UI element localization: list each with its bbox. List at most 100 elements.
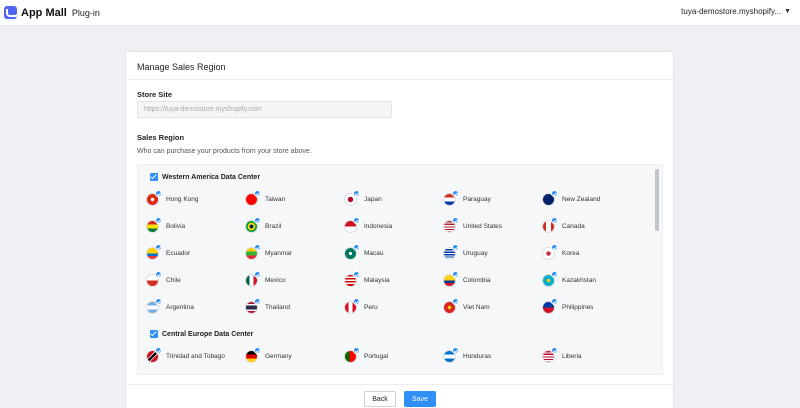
kz-flag-icon — [542, 271, 558, 287]
country-label: Japan — [364, 196, 382, 203]
top-bar: App Mall Plug-in tuya-demostore.myshopif… — [0, 0, 800, 26]
store-site-label: Store Site — [137, 90, 173, 99]
group-title-label: Western America Data Center — [162, 173, 261, 181]
checked-badge-icon — [353, 347, 360, 354]
store-site-input[interactable]: https://tuya-demostore.myshopify.com — [137, 101, 392, 118]
country-label: Argentina — [166, 304, 194, 311]
mx-flag-icon — [245, 271, 261, 287]
country-option[interactable]: Germany — [245, 347, 292, 363]
country-label: Kazakhstan — [562, 277, 596, 284]
country-option[interactable]: Mexico — [245, 271, 286, 287]
sales-region-card: Manage Sales Region Store Site https://t… — [125, 51, 674, 408]
vn-flag-icon — [443, 298, 459, 314]
checked-badge-icon — [452, 271, 459, 278]
country-option[interactable]: Bolivia — [146, 217, 185, 233]
country-label: Chile — [166, 277, 181, 284]
country-option[interactable]: Indonesia — [344, 217, 392, 233]
caret-down-icon: ▼ — [784, 8, 791, 15]
th-flag-icon — [245, 298, 261, 314]
sales-region-label: Sales Region — [137, 133, 185, 142]
country-option[interactable]: Thailand — [245, 298, 290, 314]
country-option[interactable]: Honduras — [443, 347, 492, 363]
country-option[interactable]: Viet Nam — [443, 298, 490, 314]
group-checkbox[interactable] — [150, 173, 158, 181]
country-option[interactable]: United States — [443, 217, 503, 233]
card-footer: Back Save — [126, 384, 673, 408]
co-flag-icon — [443, 271, 459, 287]
checked-badge-icon — [155, 244, 162, 251]
checked-badge-icon — [452, 190, 459, 197]
scrollbar-thumb[interactable] — [655, 169, 659, 231]
country-option[interactable]: Hong Kong — [146, 190, 199, 206]
cl-flag-icon — [146, 271, 162, 287]
checked-badge-icon — [551, 190, 558, 197]
checked-badge-icon — [254, 244, 261, 251]
id-flag-icon — [344, 217, 360, 233]
checked-badge-icon — [254, 347, 261, 354]
country-option[interactable]: Argentina — [146, 298, 194, 314]
country-option[interactable]: Myanmar — [245, 244, 293, 260]
checked-badge-icon — [254, 190, 261, 197]
checked-badge-icon — [353, 244, 360, 251]
sales-region-hint: Who can purchase your products from your… — [137, 148, 312, 155]
country-label: Liberia — [562, 353, 582, 360]
country-option[interactable]: Portugal — [344, 347, 389, 363]
country-label: United States — [463, 223, 503, 230]
country-option[interactable]: Chile — [146, 271, 181, 287]
region-list[interactable]: Western America Data Center Hong Kong Taiw… — [137, 164, 663, 375]
country-option[interactable]: Philippines — [542, 298, 593, 314]
uy-flag-icon — [443, 244, 459, 260]
country-option[interactable]: New Zealand — [542, 190, 601, 206]
country-label: Honduras — [463, 353, 492, 360]
country-option[interactable]: Macau — [344, 244, 384, 260]
de-flag-icon — [245, 347, 261, 363]
country-option[interactable]: Liberia — [542, 347, 582, 363]
country-label: New Zealand — [562, 196, 601, 203]
country-option[interactable]: Japan — [344, 190, 382, 206]
checked-badge-icon — [155, 217, 162, 224]
brand-name: App Mall — [21, 6, 67, 19]
store-selector[interactable]: tuya-demostore.myshopify... ▼ — [681, 7, 791, 16]
country-option[interactable]: Uruguay — [443, 244, 488, 260]
back-button[interactable]: Back — [364, 391, 396, 407]
checked-badge-icon — [551, 271, 558, 278]
group-checkbox[interactable] — [150, 330, 158, 338]
ec-flag-icon — [146, 244, 162, 260]
store-selector-label: tuya-demostore.myshopify... — [681, 7, 782, 16]
country-label: Myanmar — [265, 250, 293, 257]
mm-flag-icon — [245, 244, 261, 260]
country-label: Ecuador — [166, 250, 191, 257]
country-option[interactable]: Paraguay — [443, 190, 491, 206]
country-option[interactable]: Kazakhstan — [542, 271, 596, 287]
country-label: Thailand — [265, 304, 290, 311]
checked-badge-icon — [452, 298, 459, 305]
country-option[interactable]: Trinidad and Tobago — [146, 347, 225, 363]
country-option[interactable]: Canada — [542, 217, 585, 233]
country-label: Peru — [364, 304, 378, 311]
tt-flag-icon — [146, 347, 162, 363]
country-option[interactable]: Taiwan — [245, 190, 285, 206]
nz-flag-icon — [542, 190, 558, 206]
country-option[interactable]: Malaysia — [344, 271, 390, 287]
country-label: Macau — [364, 250, 384, 257]
group-title[interactable]: Central Europe Data Center — [150, 330, 253, 338]
checked-badge-icon — [452, 347, 459, 354]
country-option[interactable]: Peru — [344, 298, 378, 314]
country-option[interactable]: Ecuador — [146, 244, 191, 260]
country-option[interactable]: Brazil — [245, 217, 281, 233]
country-label: Hong Kong — [166, 196, 199, 203]
country-label: Malaysia — [364, 277, 390, 284]
plugin-label: Plug-in — [71, 7, 100, 18]
lr-flag-icon — [542, 347, 558, 363]
country-option[interactable]: Colombia — [443, 271, 490, 287]
country-label: Portugal — [364, 353, 389, 360]
ph-flag-icon — [542, 298, 558, 314]
save-button[interactable]: Save — [404, 391, 436, 407]
logo[interactable]: App Mall Plug-in — [4, 6, 100, 19]
group-title[interactable]: Western America Data Center — [150, 173, 260, 181]
country-label: Trinidad and Tobago — [166, 353, 225, 360]
checked-badge-icon — [254, 217, 261, 224]
country-option[interactable]: Korea — [542, 244, 579, 260]
pt-flag-icon — [344, 347, 360, 363]
tw-flag-icon — [245, 190, 261, 206]
